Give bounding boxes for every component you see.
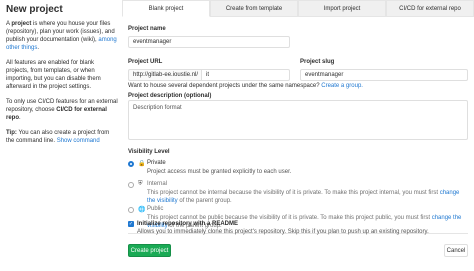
namespace-select[interactable]: it [202, 69, 290, 81]
visibility-option-internal[interactable]: ⛨ Internal This project cannot be intern… [128, 181, 468, 207]
create-group-link[interactable]: Create a group. [321, 83, 363, 89]
visibility-level-label: Visibility Level [128, 149, 170, 155]
globe-icon: 🌐 [138, 207, 146, 213]
public-title: Public [147, 206, 164, 212]
visibility-option-private[interactable]: 🔒 Private Project access must be granted… [128, 160, 468, 178]
project-url-label: Project URL [128, 59, 163, 65]
new-project-page: New project A project is where you house… [0, 0, 474, 271]
readme-label: Initialize repository with a README [137, 221, 239, 227]
description-textarea[interactable]: Description format [128, 100, 468, 140]
tip-text: Tip: You can also create a project from … [6, 130, 110, 144]
internal-description: This project cannot be internal because … [147, 190, 460, 204]
readme-description: Allows you to immediately clone this pro… [137, 229, 429, 235]
tab-create-from-template[interactable]: Create from template [210, 0, 298, 16]
cicd-text: To only use CI/CD features for an extern… [6, 99, 118, 121]
internal-title: Internal [147, 181, 168, 187]
private-description: Project access must be granted explicitl… [147, 169, 292, 175]
page-title: New project [6, 4, 63, 15]
project-url-prefix: http://gitlab-ee.ioustie.nl/ [128, 69, 202, 81]
create-project-button[interactable]: Create project [128, 244, 171, 257]
project-name-input[interactable]: eventmanager [128, 36, 290, 48]
shield-icon: ⛨ [138, 181, 143, 187]
sidebar: New project A project is where you house… [6, 4, 118, 152]
tab-import-project[interactable]: Import project [298, 0, 386, 16]
private-title: Private [147, 160, 166, 166]
lock-icon: 🔒 [138, 161, 146, 167]
project-name-label: Project name [128, 26, 166, 32]
project-slug-label: Project slug [300, 59, 335, 65]
namespace-hint: Want to house several dependent projects… [128, 83, 363, 89]
public-radio[interactable] [128, 207, 134, 213]
show-command-link[interactable]: Show command [57, 138, 100, 144]
features-text: All features are enabled for blank proje… [6, 60, 101, 90]
private-radio[interactable] [128, 161, 134, 167]
project-url-group: http://gitlab-ee.ioustie.nl/ it [128, 69, 290, 81]
readme-checkbox[interactable]: ✓ [128, 221, 134, 227]
project-type-tabs: Blank project Create from template Impor… [122, 0, 474, 17]
cancel-button[interactable]: Cancel [444, 244, 468, 257]
tab-blank-project[interactable]: Blank project [122, 0, 210, 17]
tab-cicd-external-repo[interactable]: CI/CD for external repo [386, 0, 474, 16]
project-slug-input[interactable]: eventmanager [300, 69, 468, 81]
internal-radio[interactable] [128, 182, 134, 188]
description-label: Project description (optional) [128, 93, 212, 99]
intro-text: A project is where you house your files … [6, 21, 117, 51]
